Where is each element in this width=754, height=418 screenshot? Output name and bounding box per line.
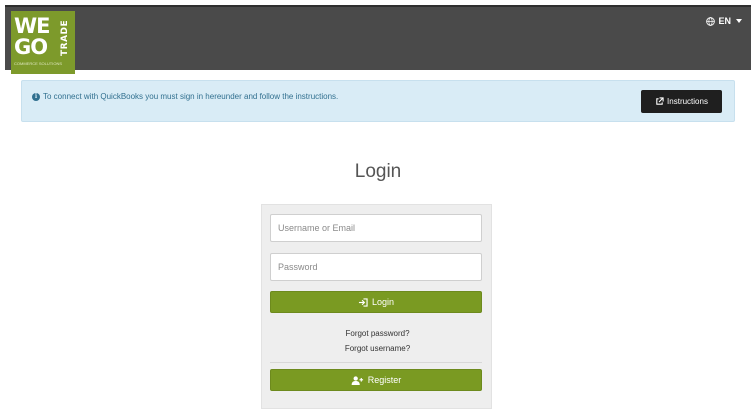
password-input[interactable] (270, 253, 482, 281)
login-button-label: Login (371, 297, 395, 307)
instructions-button[interactable]: Instructions (641, 90, 722, 113)
caret-down-icon (736, 19, 742, 23)
forgot-password-link[interactable]: Forgot password? (262, 329, 493, 338)
logo-text-we: WE (14, 14, 51, 38)
page-title: Login (354, 161, 402, 182)
info-alert: i To connect with QuickBooks you must si… (21, 80, 735, 122)
sign-in-icon (358, 297, 368, 307)
top-navbar: WE GO TRADE COMMERCE SOLUTIONS EN (5, 5, 751, 74)
info-icon: i (32, 92, 40, 101)
language-selector[interactable]: EN (706, 16, 742, 26)
wegotrade-logo[interactable]: WE GO TRADE COMMERCE SOLUTIONS (11, 11, 75, 74)
language-label: EN (718, 16, 731, 26)
logo-text-go: GO (14, 35, 48, 59)
globe-icon (706, 16, 716, 26)
external-link-icon (656, 97, 664, 105)
info-alert-content: i To connect with QuickBooks you must si… (32, 92, 338, 101)
page: WE GO TRADE COMMERCE SOLUTIONS EN i To c… (5, 5, 751, 415)
username-input[interactable] (270, 214, 482, 242)
register-button[interactable]: Register (270, 369, 482, 391)
info-alert-message: To connect with QuickBooks you must sign… (43, 92, 339, 101)
instructions-button-label: Instructions (667, 97, 708, 106)
logo-text-trade: TRADE (60, 19, 70, 56)
divider (270, 362, 482, 363)
register-button-label: Register (367, 375, 402, 385)
user-plus-icon (351, 375, 363, 385)
logo-tagline: COMMERCE SOLUTIONS (14, 61, 63, 66)
forgot-username-link[interactable]: Forgot username? (262, 344, 493, 353)
login-button[interactable]: Login (270, 291, 482, 313)
login-panel: Login Forgot password? Forgot username? … (261, 204, 492, 409)
